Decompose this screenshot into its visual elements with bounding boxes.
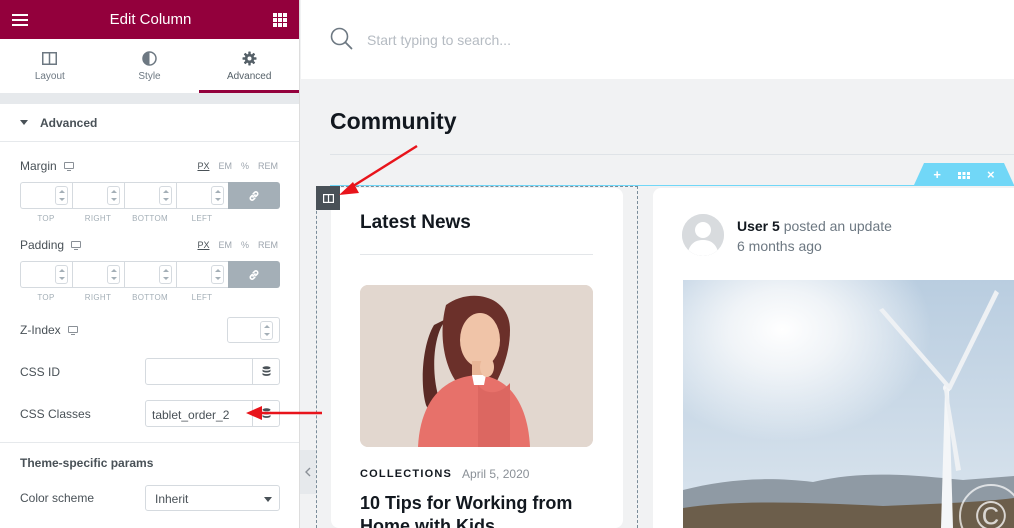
avatar[interactable] <box>682 214 724 256</box>
color-scheme-value: Inherit <box>155 492 189 506</box>
number-spinner[interactable] <box>211 265 224 284</box>
tab-style-label: Style <box>138 71 161 82</box>
add-section-button[interactable]: + <box>933 167 941 182</box>
activity-user[interactable]: User 5 <box>737 218 780 234</box>
margin-bottom-input[interactable] <box>124 182 176 209</box>
editor-panel: Edit Column Layout Style Advanced Advanc… <box>0 0 300 528</box>
drag-section-handle[interactable] <box>958 167 970 182</box>
widgets-grid-icon[interactable] <box>272 12 287 27</box>
activity-action: posted an update <box>779 218 892 234</box>
unit-percent[interactable]: % <box>241 161 249 171</box>
database-icon <box>262 408 270 418</box>
padding-left-input[interactable] <box>176 261 228 288</box>
page-title: Community <box>330 108 457 134</box>
padding-right-input[interactable] <box>72 261 124 288</box>
activity-time: 6 months ago <box>737 238 822 254</box>
section-advanced-toggle[interactable]: Advanced <box>0 104 299 142</box>
site-header <box>301 0 1014 79</box>
activity-text: User 5 posted an update <box>737 218 892 234</box>
unit-rem[interactable]: REM <box>258 240 278 250</box>
dynamic-tags-button[interactable] <box>252 359 279 384</box>
tab-style[interactable]: Style <box>100 39 200 93</box>
number-spinner[interactable] <box>107 265 120 284</box>
edit-column-handle[interactable] <box>316 186 340 210</box>
activity-card: User 5 posted an update 6 months ago © <box>653 188 1014 528</box>
number-spinner[interactable] <box>260 321 273 340</box>
responsive-desktop-icon[interactable] <box>63 162 74 171</box>
number-spinner[interactable] <box>211 186 224 205</box>
zindex-input[interactable] <box>227 317 280 343</box>
user-silhouette-icon <box>682 214 724 256</box>
gear-icon <box>241 50 257 66</box>
margin-top-input[interactable] <box>20 182 72 209</box>
tab-layout-label: Layout <box>34 71 65 82</box>
search-input[interactable] <box>367 32 667 48</box>
margin-inputs <box>20 182 280 209</box>
padding-inputs <box>20 261 280 288</box>
margin-left-input[interactable] <box>176 182 228 209</box>
half-circle-icon <box>142 50 158 66</box>
padding-top-input[interactable] <box>20 261 72 288</box>
color-scheme-label: Color scheme <box>20 491 95 505</box>
number-spinner[interactable] <box>159 186 172 205</box>
zindex-label: Z-Index <box>20 323 78 337</box>
panel-tabs: Layout Style Advanced <box>0 39 299 94</box>
chevron-left-icon <box>305 467 311 477</box>
css-classes-value: tablet_order_2 <box>152 408 230 422</box>
tab-advanced-label: Advanced <box>226 71 272 82</box>
title-divider <box>330 154 1014 155</box>
dynamic-tags-button[interactable] <box>252 401 279 426</box>
activity-photo[interactable]: © <box>683 280 1014 528</box>
margin-label: Margin <box>20 159 74 173</box>
column-icon <box>322 193 334 203</box>
link-icon <box>249 190 259 201</box>
margin-units: PX EM % REM <box>197 161 278 171</box>
caret-down-icon <box>20 120 28 125</box>
search-icon[interactable] <box>330 27 353 50</box>
section-handle: + × <box>914 163 1014 185</box>
delete-section-button[interactable]: × <box>987 167 995 182</box>
section-advanced-title: Advanced <box>40 115 98 130</box>
unit-rem[interactable]: REM <box>258 161 278 171</box>
number-spinner[interactable] <box>55 186 68 205</box>
caret-down-icon <box>264 497 272 502</box>
padding-side-labels: TOP RIGHT BOTTOM LEFT <box>37 293 213 302</box>
hamburger-menu-icon[interactable] <box>12 13 28 26</box>
color-scheme-select[interactable]: Inherit <box>145 485 280 511</box>
unit-px[interactable]: PX <box>197 161 209 171</box>
link-values-button[interactable] <box>228 182 280 209</box>
css-id-input[interactable] <box>145 358 280 385</box>
responsive-desktop-icon[interactable] <box>71 241 82 250</box>
drag-dots-icon <box>958 171 970 179</box>
unit-px[interactable]: PX <box>197 240 209 250</box>
padding-label: Padding <box>20 238 82 252</box>
css-id-label: CSS ID <box>20 365 61 379</box>
database-icon <box>262 366 270 376</box>
section-divider <box>0 442 299 443</box>
number-spinner[interactable] <box>55 265 68 284</box>
unit-percent[interactable]: % <box>241 240 249 250</box>
unit-em[interactable]: EM <box>218 161 232 171</box>
columns-icon <box>42 50 58 66</box>
panel-title: Edit Column <box>109 11 192 28</box>
link-values-button[interactable] <box>228 261 280 288</box>
panel-collapse-button[interactable] <box>300 450 316 494</box>
padding-units: PX EM % REM <box>197 240 278 250</box>
panel-separator <box>0 94 299 104</box>
unit-em[interactable]: EM <box>218 240 232 250</box>
number-spinner[interactable] <box>107 186 120 205</box>
margin-side-labels: TOP RIGHT BOTTOM LEFT <box>37 214 213 223</box>
css-classes-label: CSS Classes <box>20 407 91 421</box>
link-icon <box>249 269 259 280</box>
number-spinner[interactable] <box>159 265 172 284</box>
column-outline <box>316 186 638 528</box>
padding-bottom-input[interactable] <box>124 261 176 288</box>
responsive-desktop-icon[interactable] <box>67 326 78 335</box>
css-classes-input[interactable]: tablet_order_2 <box>145 400 280 427</box>
margin-right-input[interactable] <box>72 182 124 209</box>
tab-layout[interactable]: Layout <box>0 39 100 93</box>
panel-header: Edit Column <box>0 0 299 39</box>
tab-advanced[interactable]: Advanced <box>199 39 299 93</box>
